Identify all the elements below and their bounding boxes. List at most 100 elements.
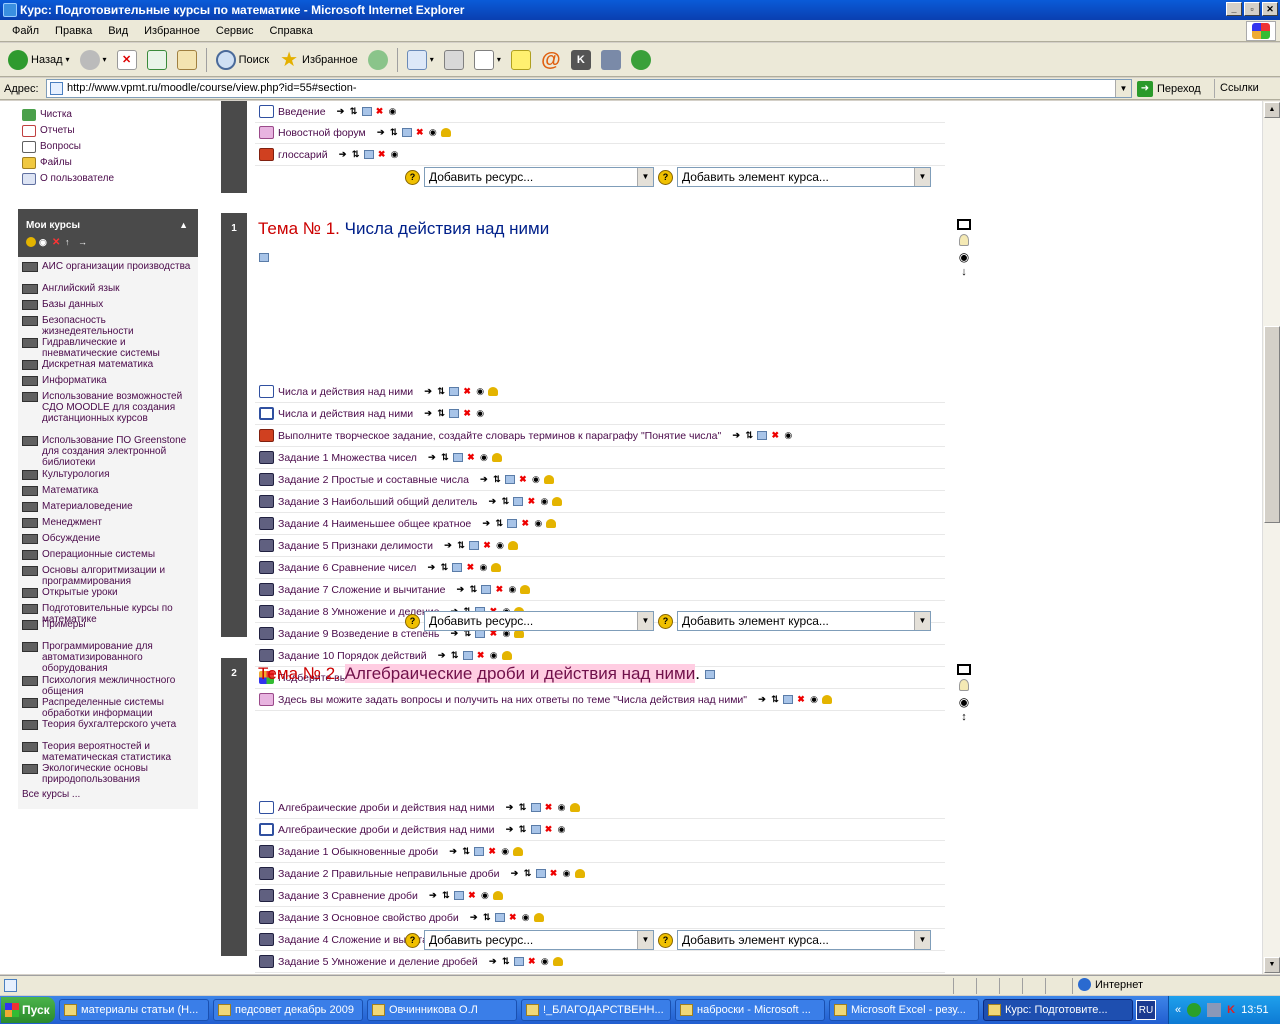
menu-help[interactable]: Справка — [262, 25, 321, 37]
course-link[interactable]: Дискретная математика — [22, 359, 194, 370]
go-button[interactable]: ➜ Переход — [1137, 79, 1201, 98]
course-link[interactable]: Английский язык — [22, 283, 194, 294]
activity-item[interactable]: Задание 3 Сравнение дроби ➔ ⇅ ✖ ◉ — [255, 885, 945, 907]
course-link[interactable]: Операционные системы — [22, 549, 194, 560]
messenger-button[interactable] — [627, 46, 655, 74]
highlight-icon[interactable] — [959, 234, 969, 246]
activity-item[interactable]: Выполните творческое задание, создайте с… — [255, 425, 945, 447]
forward-button[interactable]: ▾ — [76, 46, 111, 74]
course-link[interactable]: Теория бухгалтерского учета — [22, 719, 194, 730]
print-button[interactable] — [440, 46, 468, 74]
refresh-button[interactable] — [143, 46, 171, 74]
admin-link-reports[interactable]: Отчеты — [22, 125, 75, 137]
activity-item[interactable]: Числа и действия над ними ➔ ⇅ ✖ ◉ — [255, 403, 945, 425]
scroll-down-button[interactable]: ▼ — [1264, 957, 1280, 973]
activity-item[interactable]: Числа и действия над ними ➔ ⇅ ✖ ◉ — [255, 381, 945, 403]
course-link[interactable]: Менеджмент — [22, 517, 194, 528]
mail-button[interactable]: ▾ — [403, 46, 438, 74]
course-link[interactable]: Безопасность жизнедеятельности — [22, 315, 194, 337]
minimize-button[interactable]: _ — [1226, 2, 1242, 16]
taskbar-button[interactable]: материалы статьи (Н... — [59, 999, 209, 1021]
help-icon[interactable]: ? — [405, 613, 420, 629]
course-link[interactable]: Использование возможностей СДО MOODLE дл… — [22, 391, 194, 424]
course-link[interactable]: Распределенные системы обработки информа… — [22, 697, 194, 719]
edit-controls[interactable]: ➔ ⇅ ✖ ◉ — [488, 956, 563, 967]
edit-controls[interactable]: ➔ ⇅ ✖ ◉ — [428, 890, 503, 901]
activity-item[interactable]: Задание 1 Множества чисел ➔ ⇅ ✖ ◉ — [255, 447, 945, 469]
course-link[interactable]: Открытые уроки — [22, 587, 194, 598]
menu-file[interactable]: Файл — [4, 25, 47, 37]
admin-link-files[interactable]: Файлы — [22, 157, 72, 169]
users-icon[interactable] — [26, 237, 36, 247]
links-button[interactable]: Ссылки — [1214, 79, 1259, 98]
add-resource-select[interactable]: Добавить ресурс... ▼ — [424, 167, 654, 187]
edit-controls[interactable]: ➔ ⇅ ✖ ◉ — [426, 562, 502, 573]
section-0-item[interactable]: Введение ➔ ⇅ ✖ ◉ — [255, 101, 945, 123]
admin-link-questions[interactable]: Вопросы — [22, 141, 81, 153]
favorites-button[interactable]: ★ Избранное — [275, 46, 362, 74]
search-button[interactable]: Поиск — [212, 46, 273, 74]
visibility-icon[interactable]: ◉ — [959, 250, 969, 264]
course-link[interactable]: Программирование для автоматизированного… — [22, 641, 194, 674]
media-button[interactable] — [364, 46, 392, 74]
add-activity-select[interactable]: Добавить элемент курса... ▼ — [677, 930, 931, 950]
scroll-thumb[interactable] — [1264, 326, 1280, 523]
address-dropdown[interactable]: ▼ — [1115, 80, 1131, 97]
course-link[interactable]: Психология межличностного общения — [22, 675, 194, 697]
activity-item[interactable]: Задание 6 Сравнение чисел ➔ ⇅ ✖ ◉ — [255, 557, 945, 579]
edit-controls[interactable]: ➔ ⇅ ✖ ◉ — [479, 474, 554, 485]
help-icon[interactable]: ? — [658, 613, 673, 629]
edit-controls[interactable]: ➔ ⇅ ✖ ◉ — [505, 824, 567, 835]
admin-link-profile[interactable]: О пользователе — [22, 173, 114, 185]
course-link[interactable]: Культурология — [22, 469, 194, 480]
edit-controls[interactable]: ➔ ⇅ ✖ ◉ — [423, 408, 485, 419]
activity-item[interactable]: Алгебраические дроби и действия над ними… — [255, 819, 945, 841]
activity-item[interactable]: Задание 3 Основное свойство дроби ➔ ⇅ ✖ ◉ — [255, 907, 945, 929]
admin-link-cleanup[interactable]: Чистка — [22, 109, 72, 121]
taskbar-button[interactable]: Овчинникова О.Л — [367, 999, 517, 1021]
course-link[interactable]: Примеры — [22, 619, 194, 630]
activity-item[interactable]: Задание 5 Признаки делимости ➔ ⇅ ✖ ◉ — [255, 535, 945, 557]
edit-controls[interactable]: ➔ ⇅ ✖ ◉ — [443, 540, 518, 551]
menu-edit[interactable]: Правка — [47, 25, 100, 37]
course-link[interactable]: Информатика — [22, 375, 194, 386]
activity-item[interactable]: Задание 7 Сложение и вычитание ➔ ⇅ ✖ ◉ — [255, 579, 945, 601]
show-only-icon[interactable] — [957, 664, 971, 675]
up-icon[interactable]: ↑ — [65, 237, 75, 247]
delete-icon[interactable]: ✕ — [52, 237, 62, 248]
help-icon[interactable]: ? — [405, 932, 420, 948]
edit-controls[interactable]: ➔ ⇅ ✖ ◉ — [427, 452, 502, 463]
menu-view[interactable]: Вид — [100, 25, 136, 37]
edit-summary-icon[interactable] — [259, 253, 269, 262]
course-link[interactable]: Экологические основы природопользования — [22, 763, 194, 785]
edit-controls[interactable]: ➔ ⇅ ✖ ◉ — [510, 868, 585, 879]
edit-summary-icon[interactable] — [704, 670, 715, 679]
maximize-button[interactable]: ▫ — [1244, 2, 1260, 16]
add-activity-select[interactable]: Добавить элемент курса... ▼ — [677, 611, 931, 631]
discuss-button[interactable] — [507, 46, 535, 74]
start-button[interactable]: Пуск — [1, 997, 55, 1023]
icq-button[interactable]: @ — [537, 46, 565, 74]
course-link[interactable]: Использование ПО Greenstone для создания… — [22, 435, 194, 468]
edit-controls[interactable]: ➔ ⇅ ✖ ◉ — [487, 496, 563, 507]
edit-controls[interactable]: ➔ ⇅ ✖ ◉ — [481, 518, 557, 529]
back-button[interactable]: Назад ▾ — [4, 46, 74, 74]
course-link[interactable]: Математика — [22, 485, 194, 496]
activity-item[interactable]: Задание 5 Умножение и деление дробей ➔ ⇅ ✖ ◉ — [255, 951, 945, 973]
eye-icon[interactable]: ◉ — [39, 237, 49, 247]
address-input[interactable]: http://www.vpmt.ru/moodle/course/view.ph… — [46, 79, 1132, 98]
course-link[interactable]: Базы данных — [22, 299, 194, 310]
course-link[interactable]: Материаловедение — [22, 501, 194, 512]
activity-item[interactable]: Алгебраические дроби и действия над ними… — [255, 797, 945, 819]
add-resource-select[interactable]: Добавить ресурс... ▼ — [424, 930, 654, 950]
edit-controls[interactable]: ➔ ⇅ ✖ ◉ — [469, 912, 544, 923]
taskbar-button[interactable]: Microsoft Excel - резу... — [829, 999, 979, 1021]
activity-item[interactable]: Задание 2 Простые и составные числа ➔ ⇅ ✖ ◉ — [255, 469, 945, 491]
course-link[interactable]: АИС организации производства — [22, 261, 194, 272]
right-icon[interactable]: → — [78, 237, 88, 247]
edit-controls[interactable]: ➔ ⇅ ✖ ◉ — [455, 584, 531, 595]
edit-controls[interactable]: ➔ ⇅ ✖ ◉ — [423, 386, 499, 397]
close-button[interactable]: ✕ — [1262, 2, 1278, 16]
menu-favorites[interactable]: Избранное — [136, 25, 208, 37]
edit-button[interactable]: ▾ — [470, 46, 505, 74]
